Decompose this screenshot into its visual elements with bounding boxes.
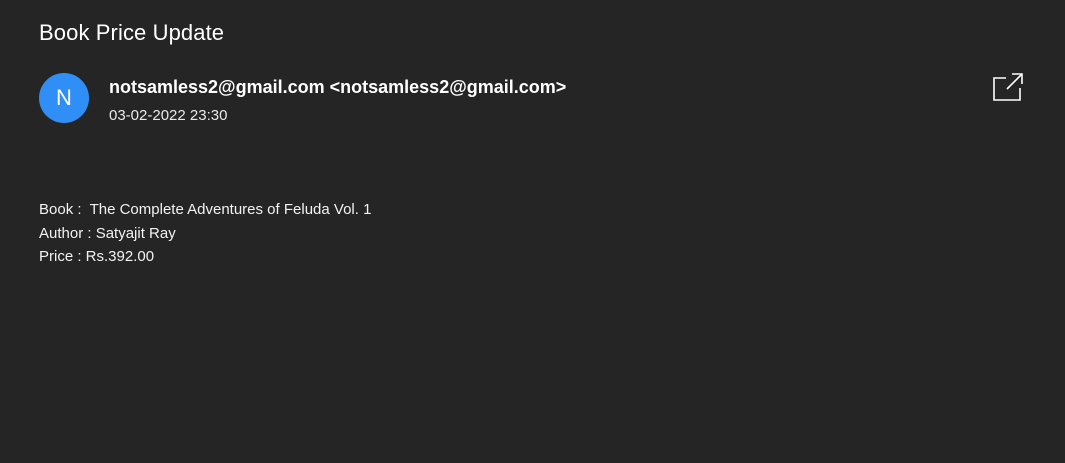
author-line: Author : Satyajit Ray bbox=[39, 224, 176, 242]
email-body: Book : The Complete Adventures of Feluda… bbox=[39, 198, 371, 269]
open-in-new-window-button[interactable] bbox=[992, 72, 1024, 102]
sender-address[interactable]: notsamless2@gmail.com <notsamless2@gmail… bbox=[109, 75, 566, 99]
sender-avatar[interactable]: N bbox=[39, 73, 89, 123]
email-subject: Book Price Update bbox=[39, 20, 225, 45]
book-line: Book : The Complete Adventures of Feluda… bbox=[39, 201, 372, 218]
avatar-letter: N bbox=[56, 85, 72, 110]
email-viewer: Book Price Update N notsamless2@gmail.co… bbox=[0, 0, 1065, 463]
open-in-new-window-icon bbox=[993, 73, 1023, 101]
email-date: 03-02-2022 23:30 bbox=[109, 107, 228, 124]
price-line: Price : Rs.392.00 bbox=[39, 248, 155, 265]
